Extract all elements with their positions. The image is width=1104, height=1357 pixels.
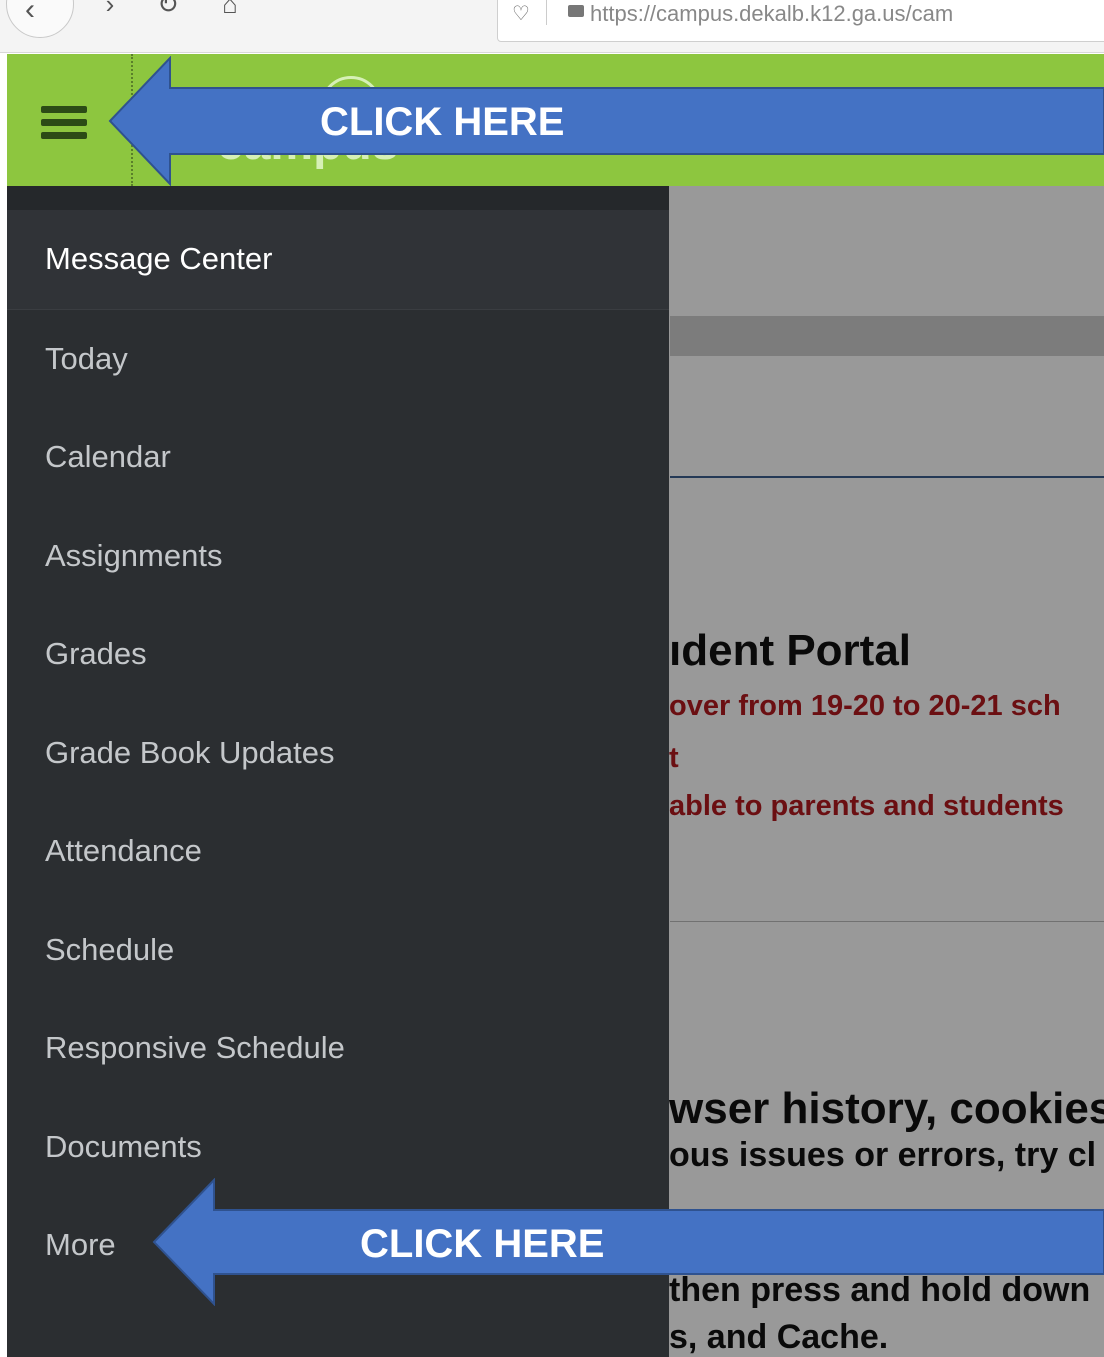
hamburger-menu-icon[interactable] <box>41 106 87 142</box>
arrow-label-bottom: CLICK HERE <box>360 1222 605 1266</box>
menu-top-strip <box>7 186 669 210</box>
refresh-icon[interactable]: ↻ <box>150 0 186 22</box>
click-here-arrow-top: CLICK HERE <box>108 56 1104 186</box>
back-arrow-icon: ‹ <box>25 0 35 26</box>
arrow-left-icon <box>152 1178 1104 1306</box>
bookmark-icon[interactable]: ♡ <box>512 1 530 26</box>
address-divider <box>546 0 547 25</box>
arrow-left-icon <box>108 56 1104 186</box>
menu-item-calendar[interactable]: Calendar <box>7 408 669 507</box>
menu-item-attendance[interactable]: Attendance <box>7 802 669 901</box>
menu-item-schedule[interactable]: Schedule <box>7 901 669 1000</box>
menu-item-grades[interactable]: Grades <box>7 605 669 704</box>
menu-item-today[interactable]: Today <box>7 310 669 409</box>
click-here-arrow-bottom: CLICK HERE <box>152 1178 1104 1306</box>
menu-item-assignments[interactable]: Assignments <box>7 507 669 606</box>
browser-toolbar: ‹ › ↻ ⌂ ♡ https://campus.dekalb.k12.ga.u… <box>0 0 1104 53</box>
forward-icon[interactable]: › <box>92 0 128 22</box>
arrow-label-top: CLICK HERE <box>320 100 565 144</box>
back-button[interactable]: ‹ <box>6 0 74 38</box>
url-text[interactable]: https://campus.dekalb.k12.ga.us/cam <box>590 1 953 27</box>
lock-icon <box>568 5 584 17</box>
address-bar[interactable]: ♡ https://campus.dekalb.k12.ga.us/cam <box>497 0 1104 42</box>
menu-item-responsive-schedule[interactable]: Responsive Schedule <box>7 999 669 1098</box>
home-icon[interactable]: ⌂ <box>212 0 248 22</box>
menu-item-grade-book-updates[interactable]: Grade Book Updates <box>7 704 669 803</box>
menu-item-message-center[interactable]: Message Center <box>7 210 669 310</box>
